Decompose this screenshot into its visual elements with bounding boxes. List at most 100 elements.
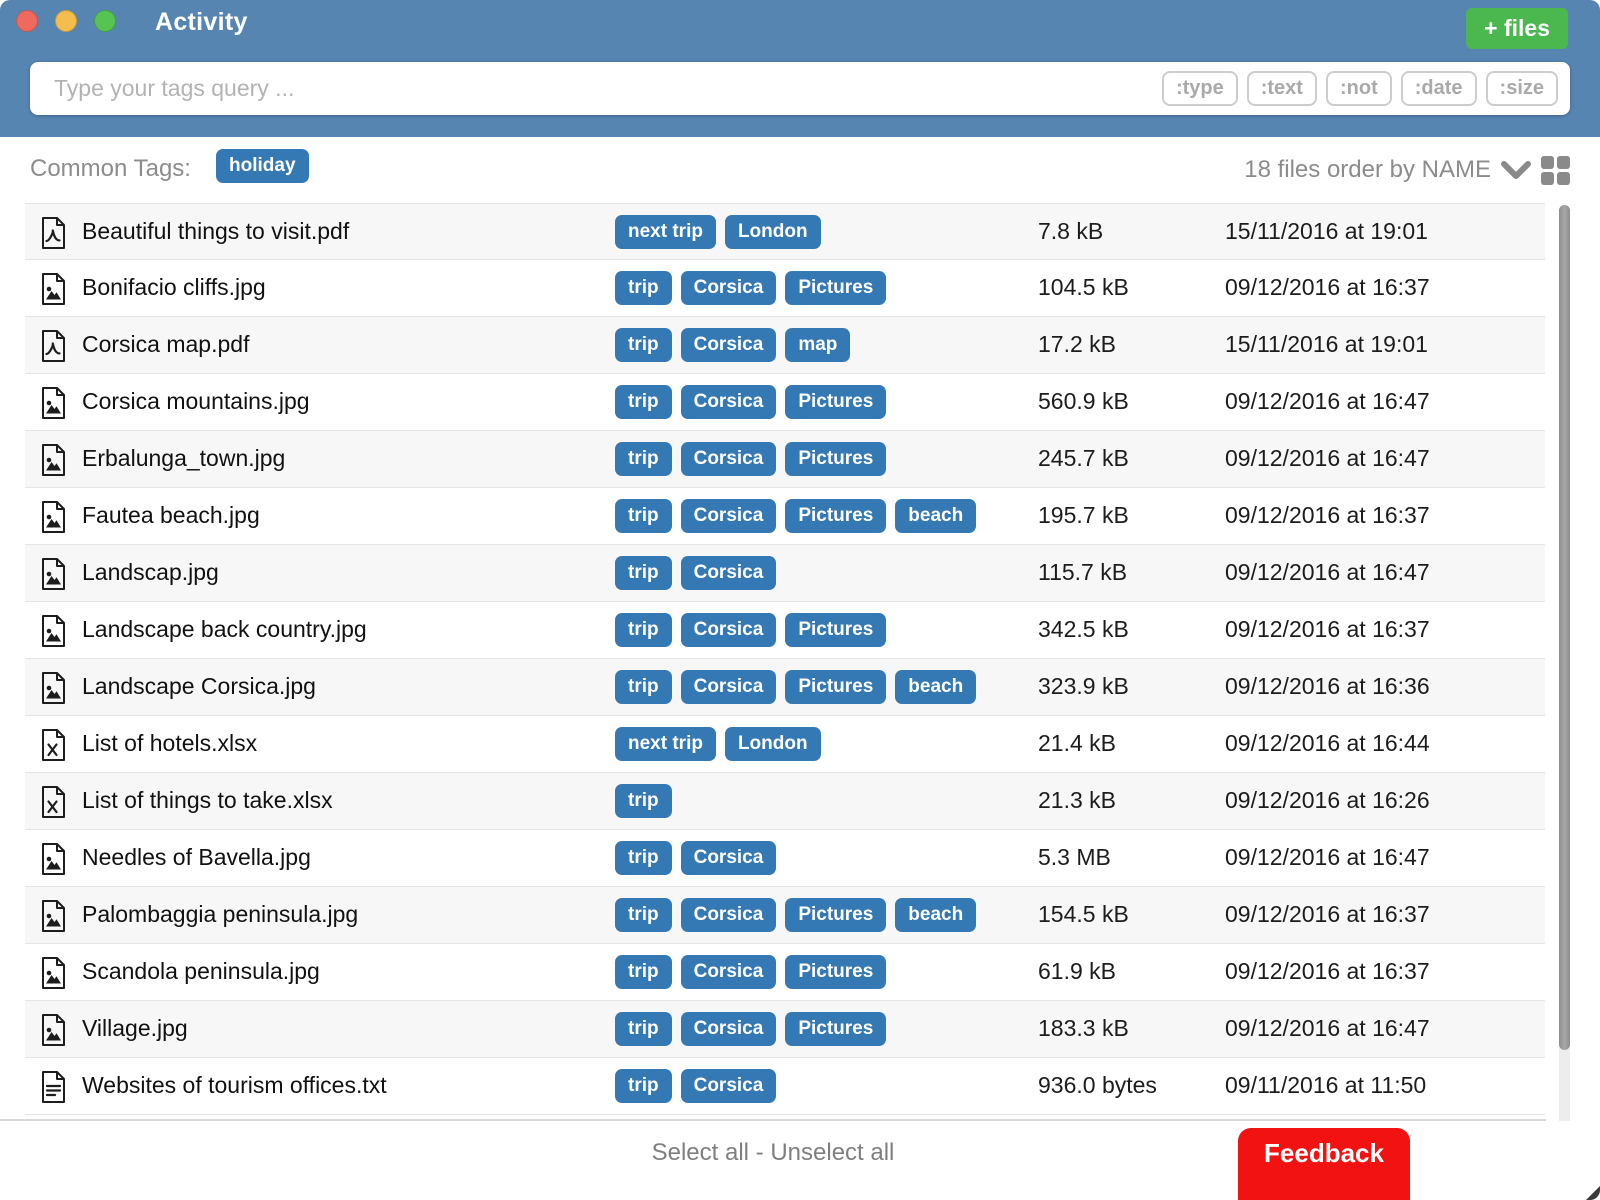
file-tag[interactable]: trip: [615, 385, 672, 419]
file-row[interactable]: List of hotels.xlsx next trip London 21.4…: [25, 716, 1545, 773]
file-tag[interactable]: Pictures: [785, 442, 886, 476]
file-tags: trip: [615, 784, 672, 818]
file-tag[interactable]: trip: [615, 328, 672, 362]
query-filter-date[interactable]: :date: [1401, 71, 1477, 106]
file-name: Bonifacio cliffs.jpg: [82, 274, 266, 301]
file-tag[interactable]: next trip: [615, 727, 716, 761]
file-tag[interactable]: trip: [615, 670, 672, 704]
file-date: 15/11/2016 at 19:01: [1225, 331, 1428, 358]
file-row[interactable]: Needles of Bavella.jpg tripCorsica 5.3 M…: [25, 830, 1545, 887]
file-row[interactable]: Corsica mountains.jpg trip CorsicaPicture…: [25, 374, 1545, 431]
file-row[interactable]: List of things to take.xlsx trip 21.3 kB…: [25, 773, 1545, 830]
zoom-button[interactable]: [94, 10, 116, 32]
common-tag[interactable]: holiday: [216, 149, 309, 183]
grid-view-icon[interactable]: [1541, 156, 1570, 185]
file-tag[interactable]: trip: [615, 499, 672, 533]
image-file-icon: [40, 558, 67, 590]
chevron-down-icon[interactable]: [1501, 160, 1531, 180]
file-tag[interactable]: Pictures: [785, 271, 886, 305]
file-row[interactable]: Bonifacio cliffs.jpg trip CorsicaPictures…: [25, 260, 1545, 317]
file-date: 09/12/2016 at 16:37: [1225, 274, 1430, 301]
file-row[interactable]: Palombaggia peninsula.jpg tripCorsicaPic…: [25, 887, 1545, 944]
file-tag[interactable]: Pictures: [785, 670, 886, 704]
file-tags: trip CorsicaPictures: [615, 1012, 886, 1046]
file-tag[interactable]: trip: [615, 556, 672, 590]
file-tag[interactable]: Pictures: [785, 898, 886, 932]
file-tag[interactable]: trip: [615, 1012, 672, 1046]
file-row[interactable]: Corsica map.pdf tripCorsicamap 17.2 kB 1…: [25, 317, 1545, 374]
file-tag[interactable]: London: [725, 215, 821, 249]
file-row[interactable]: Erbalunga_town.jpg tripCorsicaPictures 2…: [25, 431, 1545, 488]
file-tag[interactable]: Corsica: [681, 499, 777, 533]
app-window: Activity + files :type:text:not:date:siz…: [0, 0, 1600, 1200]
file-tag[interactable]: Corsica: [681, 955, 777, 989]
file-tag[interactable]: Corsica: [681, 670, 777, 704]
close-button[interactable]: [16, 10, 38, 32]
file-tag[interactable]: Corsica: [681, 271, 777, 305]
file-size: 115.7 kB: [1038, 559, 1127, 586]
file-tag[interactable]: trip: [615, 442, 672, 476]
file-tags: trip Corsicamap: [615, 328, 850, 362]
unselect-all-link[interactable]: Unselect all: [770, 1139, 894, 1166]
file-tag[interactable]: London: [725, 727, 821, 761]
query-filter-buttons: :type :text :not :date :size: [1162, 62, 1558, 115]
resize-handle[interactable]: [1586, 1186, 1600, 1200]
file-tag[interactable]: next trip: [615, 215, 716, 249]
query-filter-not[interactable]: :not: [1326, 71, 1392, 106]
file-tag[interactable]: map: [785, 328, 850, 362]
file-tags: trip CorsicaPictures: [615, 955, 886, 989]
file-name: Corsica mountains.jpg: [82, 388, 310, 415]
file-size: 21.3 kB: [1038, 787, 1116, 814]
footer: Select all - Unselect all Feedback: [0, 1121, 1600, 1200]
file-tag[interactable]: beach: [895, 898, 976, 932]
file-tag[interactable]: Corsica: [681, 556, 777, 590]
file-tag[interactable]: Pictures: [785, 499, 886, 533]
file-tag[interactable]: Pictures: [785, 613, 886, 647]
file-row[interactable]: Scandola peninsula.jpg tripCorsicaPictur…: [25, 944, 1545, 1001]
file-tag[interactable]: trip: [615, 955, 672, 989]
file-date: 09/12/2016 at 16:36: [1225, 673, 1430, 700]
file-tag[interactable]: beach: [895, 499, 976, 533]
file-row[interactable]: Village.jpg tripCorsicaPictures 183.3 kB…: [25, 1001, 1545, 1058]
file-row[interactable]: Websites of tourism offices.txt trip Cors…: [25, 1058, 1545, 1115]
file-tag[interactable]: Corsica: [681, 385, 777, 419]
file-tag[interactable]: trip: [615, 841, 672, 875]
order-cluster: 18 files order by NAME: [1244, 137, 1570, 203]
file-tag[interactable]: Corsica: [681, 328, 777, 362]
file-tag[interactable]: Corsica: [681, 613, 777, 647]
file-tag[interactable]: trip: [615, 1069, 672, 1103]
file-tag[interactable]: Corsica: [681, 841, 777, 875]
file-tag[interactable]: Corsica: [681, 1012, 777, 1046]
file-tag[interactable]: Corsica: [681, 898, 777, 932]
file-size: 21.4 kB: [1038, 730, 1116, 757]
file-name: List of hotels.xlsx: [82, 730, 257, 757]
file-tag[interactable]: Pictures: [785, 955, 886, 989]
selection-separator: -: [749, 1139, 770, 1166]
file-tag[interactable]: Pictures: [785, 385, 886, 419]
file-row[interactable]: Landscap.jpg tripCorsica 115.7 kB 09/12/…: [25, 545, 1545, 602]
file-name: Websites of tourism offices.txt: [82, 1072, 387, 1099]
file-tag[interactable]: trip: [615, 784, 672, 818]
minimize-button[interactable]: [55, 10, 77, 32]
file-tag[interactable]: trip: [615, 271, 672, 305]
query-filter-text[interactable]: :text: [1247, 71, 1317, 106]
file-row[interactable]: Beautiful things to visit.pdf next tripL…: [25, 203, 1545, 260]
file-row[interactable]: Fautea beach.jpg tripCorsicaPicturesbeac…: [25, 488, 1545, 545]
file-row[interactable]: Landscape back country.jpg tripCorsicaPi…: [25, 602, 1545, 659]
file-tag[interactable]: beach: [895, 670, 976, 704]
feedback-button[interactable]: Feedback: [1238, 1128, 1410, 1200]
file-tag[interactable]: Pictures: [785, 1012, 886, 1046]
add-files-button[interactable]: + files: [1466, 8, 1568, 49]
file-tag[interactable]: trip: [615, 613, 672, 647]
query-filter-type[interactable]: :type: [1162, 71, 1238, 106]
file-tag[interactable]: Corsica: [681, 442, 777, 476]
scrollbar-thumb[interactable]: [1559, 205, 1570, 1050]
file-tag[interactable]: trip: [615, 898, 672, 932]
file-row[interactable]: Landscape Corsica.jpg tripCorsicaPicture…: [25, 659, 1545, 716]
query-filter-size[interactable]: :size: [1486, 71, 1558, 106]
order-by-label[interactable]: 18 files order by NAME: [1244, 156, 1491, 184]
select-all-link[interactable]: Select all: [652, 1139, 749, 1166]
scrollbar-track[interactable]: [1559, 205, 1570, 1147]
file-tags: trip CorsicaPictures beach: [615, 499, 976, 533]
file-tag[interactable]: Corsica: [681, 1069, 777, 1103]
